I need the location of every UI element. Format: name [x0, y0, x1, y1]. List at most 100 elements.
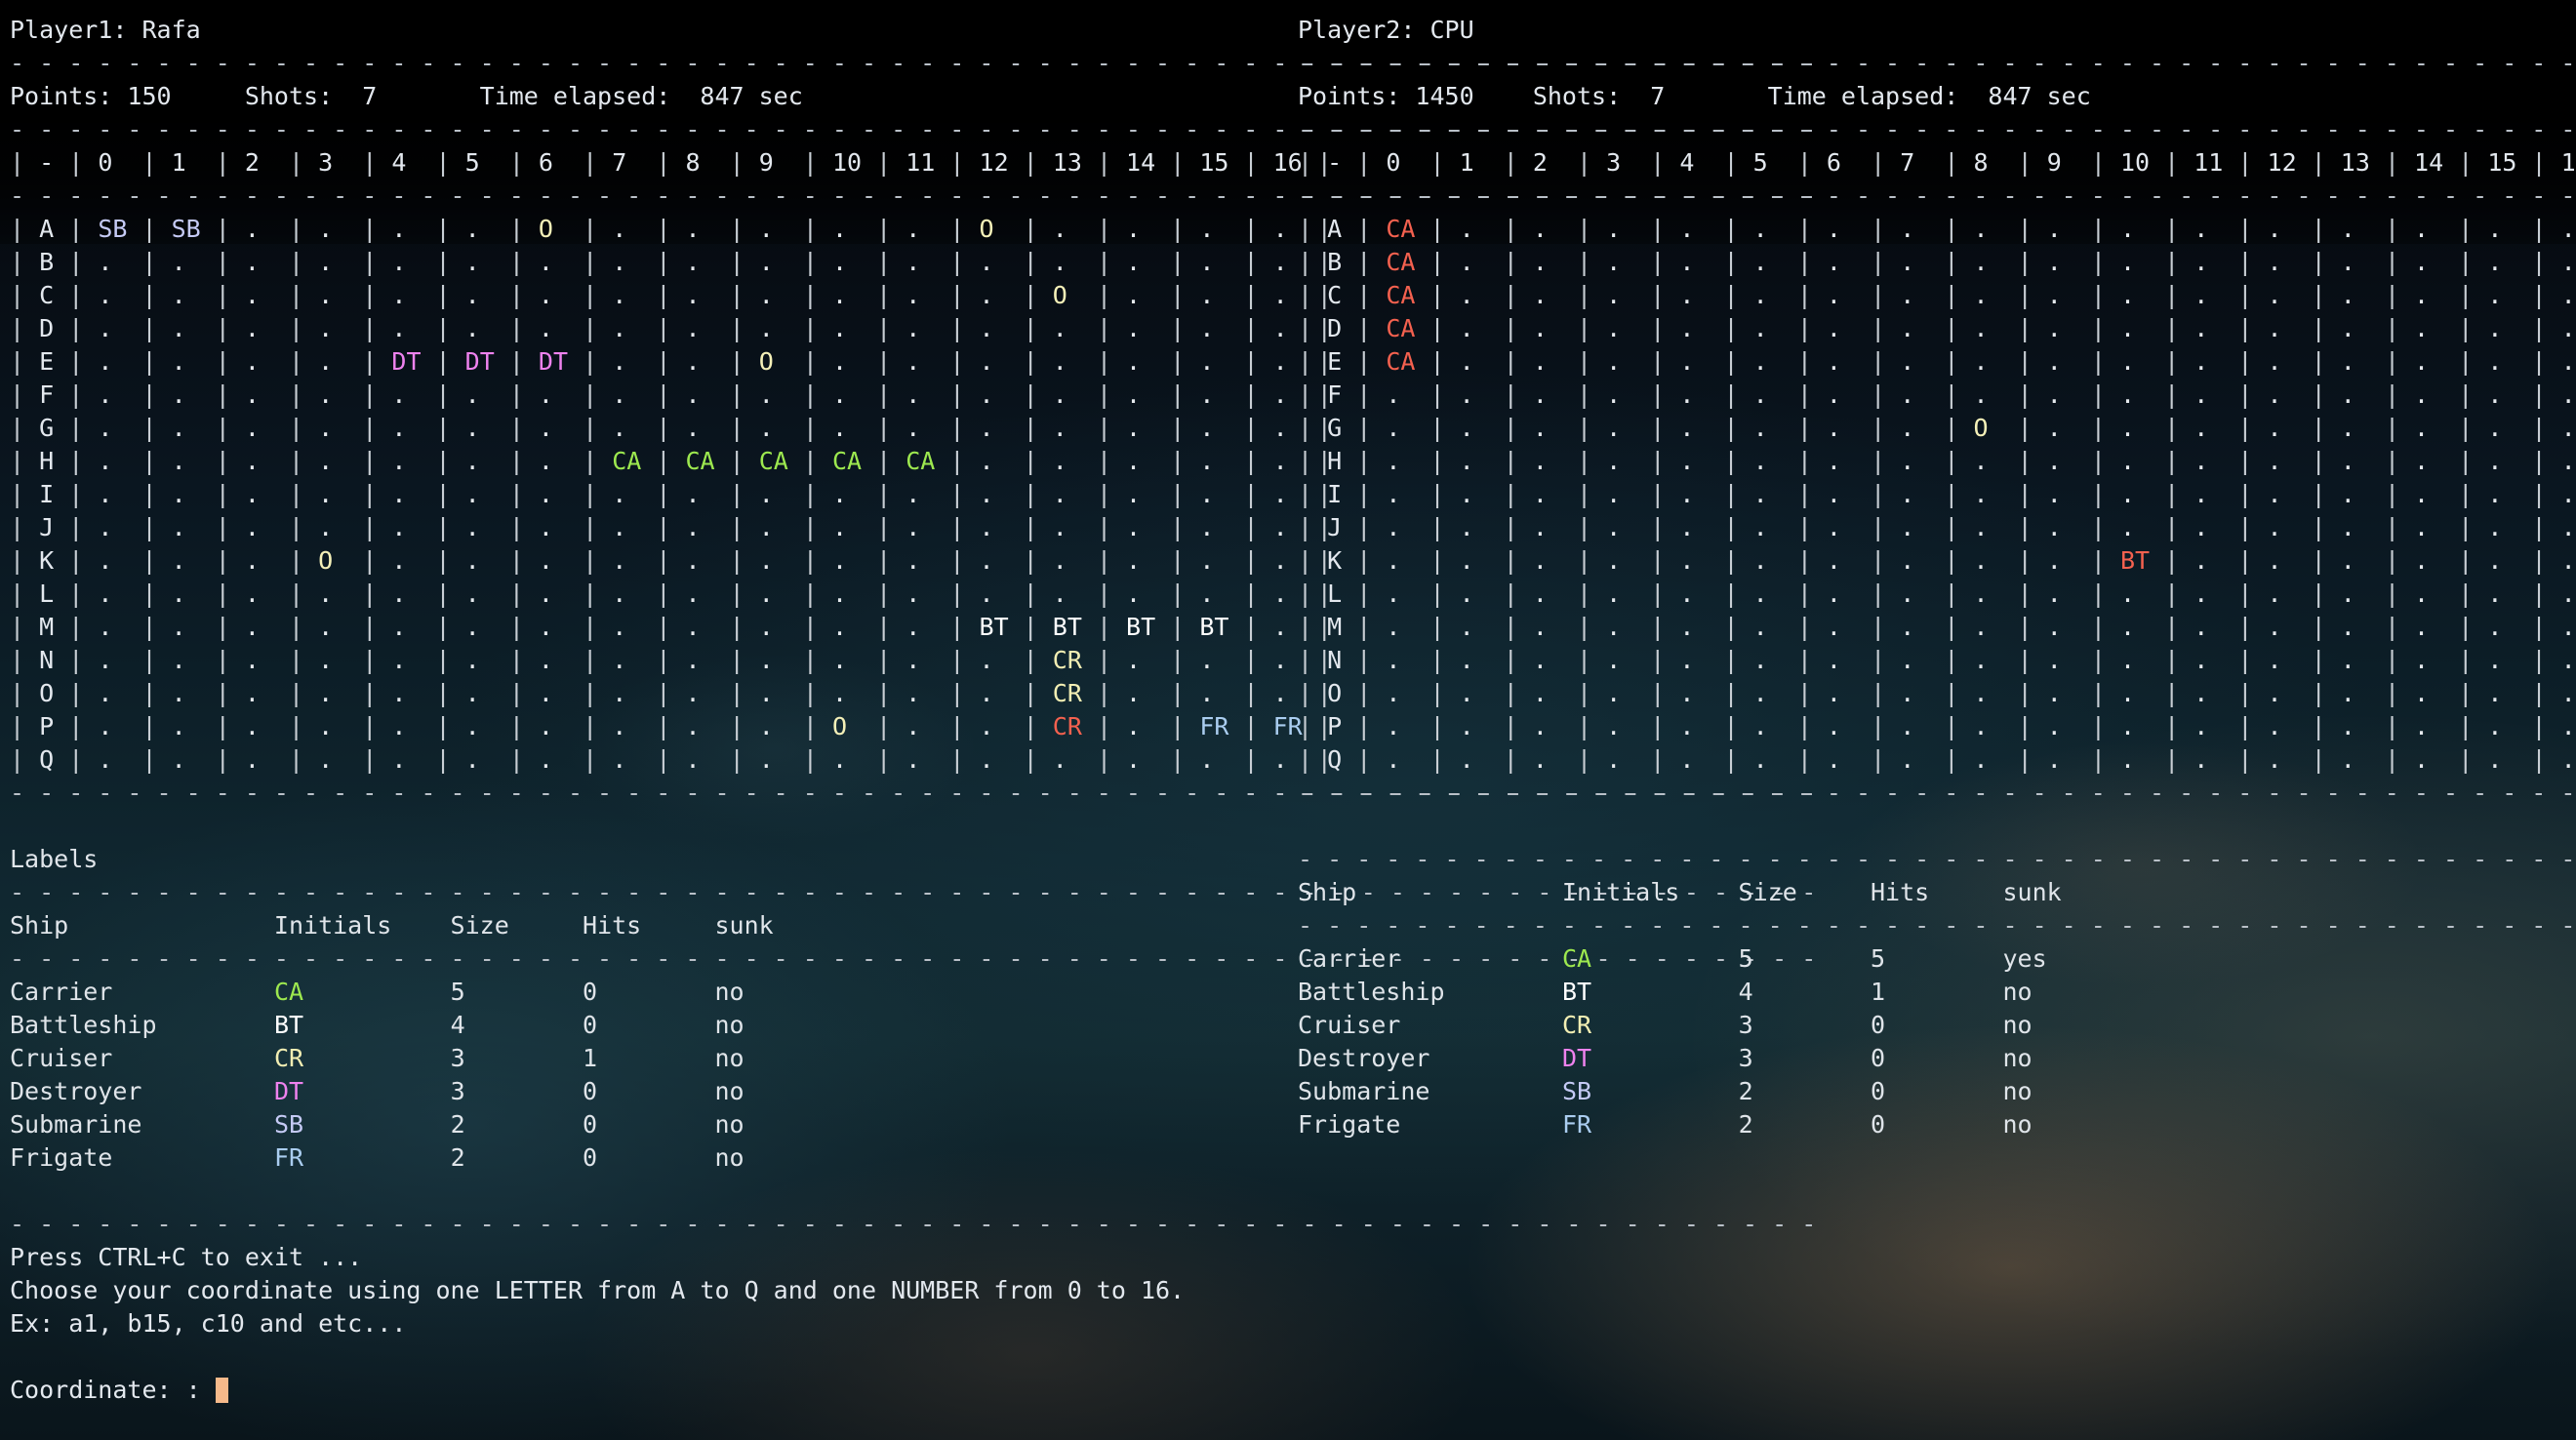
board-row-B[interactable]: | B | . | . | . | . | . | . | . | . | . …	[10, 246, 1288, 279]
board-cell-O: O	[759, 347, 788, 376]
footer-example: Ex: a1, b15, c10 and etc...	[10, 1307, 1288, 1340]
divider-table-head: - - - - - - - - - - - - - - - - - - - - …	[10, 942, 1288, 976]
board-row-K[interactable]: | K | . | . | . | O | . | . | . | . | . …	[10, 544, 1288, 578]
labels-section-title: Labels	[10, 843, 1288, 876]
ship-initials: BT	[274, 1011, 451, 1039]
board-cell-CA: CA	[1386, 215, 1415, 243]
board-cell-FR: FR	[1199, 712, 1228, 740]
board-row-Q[interactable]: | Q | . | . | . | . | . | . | . | . | . …	[1298, 743, 2576, 777]
ship-table-row: Cruiser CR 3 0 no	[1298, 1009, 2576, 1042]
board-cell-O: O	[980, 215, 1009, 243]
board-row-F[interactable]: | F | . | . | . | . | . | . | . | . | . …	[10, 379, 1288, 412]
divider-table-head: - - - - - - - - - - - - - - - - - - - - …	[1298, 909, 2576, 942]
board-row-O[interactable]: | O | . | . | . | . | . | . | . | . | . …	[10, 677, 1288, 710]
board-row-I[interactable]: | I | . | . | . | . | . | . | . | . | . …	[10, 478, 1288, 511]
board-row-M[interactable]: | M | . | . | . | . | . | . | . | . | . …	[1298, 611, 2576, 644]
divider-footer: - - - - - - - - - - - - - - - - - - - - …	[10, 1208, 1288, 1241]
spacer	[1298, 810, 2576, 843]
ship-initials: SB	[1562, 1077, 1739, 1105]
board-cell-SB: SB	[98, 215, 127, 243]
board-row-A[interactable]: | A | CA | . | . | . | . | . | . | . | .…	[1298, 213, 2576, 246]
board-row-B[interactable]: | B | CA | . | . | . | . | . | . | . | .…	[1298, 246, 2576, 279]
divider-labels: - - - - - - - - - - - - - - - - - - - - …	[10, 876, 1288, 909]
board-cell-CR: CR	[1053, 646, 1082, 674]
divider-stats: - - - - - - - - - - - - - - - - - - - - …	[10, 113, 1288, 146]
board-row-A[interactable]: | A | SB | SB | . | . | . | . | O | . | …	[10, 213, 1288, 246]
divider-labels: - - - - - - - - - - - - - - - - - - - - …	[1298, 843, 2576, 876]
ship-initials: DT	[1562, 1044, 1739, 1072]
player2-panel: Player2: CPU - - - - - - - - - - - - - - …	[1288, 14, 2576, 1175]
ship-table-header: Ship Initials Size Hits sunk	[1298, 876, 2576, 909]
board-cell-CA: CA	[1386, 314, 1415, 342]
player-stats: Points: 1450 Shots: 7 Time elapsed: 847 …	[1298, 80, 2576, 113]
coordinate-input[interactable]	[201, 1376, 216, 1404]
board-row-J[interactable]: | J | . | . | . | . | . | . | . | . | . …	[1298, 511, 2576, 544]
player-name-label: Player2: CPU	[1298, 16, 1474, 44]
coordinate-prompt-line[interactable]: Coordinate: :	[10, 1374, 1288, 1407]
ship-table-row: Cruiser CR 3 1 no	[10, 1042, 1288, 1075]
board-cell-DT: DT	[391, 347, 421, 376]
board-cell-DT: DT	[539, 347, 568, 376]
board-row-E[interactable]: | E | CA | . | . | . | . | . | . | . | .…	[1298, 345, 2576, 379]
ship-initials: FR	[1562, 1110, 1739, 1139]
footer-exit-hint: Press CTRL+C to exit ...	[10, 1241, 1288, 1274]
board-column-header: | - | 0 | 1 | 2 | 3 | 4 | 5 | 6 | 7 | 8 …	[1298, 146, 2576, 180]
board-row-G[interactable]: | G | . | . | . | . | . | . | . | . | O …	[1298, 412, 2576, 445]
boards-row: Player1: Rafa - - - - - - - - - - - - - -…	[0, 14, 2576, 1175]
ship-initials: FR	[274, 1143, 451, 1172]
board-cell-BT: BT	[1053, 613, 1082, 641]
board-row-Q[interactable]: | Q | . | . | . | . | . | . | . | . | . …	[10, 743, 1288, 777]
ship-table-row: Submarine SB 2 0 no	[1298, 1075, 2576, 1108]
board-cell-CA: CA	[832, 447, 862, 475]
player-name-label: Player1: Rafa	[10, 16, 201, 44]
spacer	[10, 810, 1288, 843]
labels-title: Labels	[10, 845, 98, 873]
board-row-K[interactable]: | K | . | . | . | . | . | . | . | . | . …	[1298, 544, 2576, 578]
board-cell-CA: CA	[1386, 347, 1415, 376]
player-stats: Points: 150 Shots: 7 Time elapsed: 847 s…	[10, 80, 1288, 113]
divider-top: - - - - - - - - - - - - - - - - - - - - …	[10, 47, 1288, 80]
board-cell-CA: CA	[906, 447, 935, 475]
board-row-P[interactable]: | P | . | . | . | . | . | . | . | . | . …	[1298, 710, 2576, 743]
board-row-O[interactable]: | O | . | . | . | . | . | . | . | . | . …	[1298, 677, 2576, 710]
board-cell-CA: CA	[1386, 281, 1415, 309]
text-cursor[interactable]	[216, 1378, 228, 1403]
board-row-J[interactable]: | J | . | . | . | . | . | . | . | . | . …	[10, 511, 1288, 544]
board-row-E[interactable]: | E | . | . | . | . | DT | DT | DT | . |…	[10, 345, 1288, 379]
board-row-C[interactable]: | C | CA | . | . | . | . | . | . | . | .…	[1298, 279, 2576, 312]
board-row-P[interactable]: | P | . | . | . | . | . | . | . | . | . …	[10, 710, 1288, 743]
ship-table-row: Frigate FR 2 0 no	[1298, 1108, 2576, 1141]
board-cell-CA: CA	[685, 447, 714, 475]
ship-initials: CR	[274, 1044, 451, 1072]
board-row-F[interactable]: | F | . | . | . | . | . | . | . | . | . …	[1298, 379, 2576, 412]
divider-board-top: - - - - - - - - - - - - - - - - - - - - …	[10, 180, 1288, 213]
ship-initials: SB	[274, 1110, 451, 1139]
board-cell-O: O	[318, 546, 347, 575]
ship-table-row: Submarine SB 2 0 no	[10, 1108, 1288, 1141]
ship-table-header: Ship Initials Size Hits sunk	[10, 909, 1288, 942]
board-cell-BT: BT	[2120, 546, 2150, 575]
board-row-I[interactable]: | I | . | . | . | . | . | . | . | . | . …	[1298, 478, 2576, 511]
board-row-D[interactable]: | D | CA | . | . | . | . | . | . | . | .…	[1298, 312, 2576, 345]
divider-board-top: - - - - - - - - - - - - - - - - - - - - …	[1298, 180, 2576, 213]
footer-area: - - - - - - - - - - - - - - - - - - - - …	[0, 1175, 2576, 1407]
board-row-G[interactable]: | G | . | . | . | . | . | . | . | . | . …	[10, 412, 1288, 445]
board-row-L[interactable]: | L | . | . | . | . | . | . | . | . | . …	[10, 578, 1288, 611]
board-row-N[interactable]: | N | . | . | . | . | . | . | . | . | . …	[10, 644, 1288, 677]
ship-table-row: Frigate FR 2 0 no	[10, 1141, 1288, 1175]
board-cell-CA: CA	[1386, 248, 1415, 276]
board-row-M[interactable]: | M | . | . | . | . | . | . | . | . | . …	[10, 611, 1288, 644]
board-cell-O: O	[1053, 281, 1082, 309]
coordinate-instruction: Choose your coordinate using one LETTER …	[10, 1276, 1185, 1304]
board-row-C[interactable]: | C | . | . | . | . | . | . | . | . | . …	[10, 279, 1288, 312]
terminal-screen: Player1: Rafa - - - - - - - - - - - - - -…	[0, 0, 2576, 1440]
divider-board-bottom: - - - - - - - - - - - - - - - - - - - - …	[1298, 777, 2576, 810]
ship-table-row: Destroyer DT 3 0 no	[1298, 1042, 2576, 1075]
board-cell-DT: DT	[465, 347, 495, 376]
board-row-H[interactable]: | H | . | . | . | . | . | . | . | CA | C…	[10, 445, 1288, 478]
board-row-D[interactable]: | D | . | . | . | . | . | . | . | . | . …	[10, 312, 1288, 345]
ship-table-row: Destroyer DT 3 0 no	[10, 1075, 1288, 1108]
board-row-N[interactable]: | N | . | . | . | . | . | . | . | . | . …	[1298, 644, 2576, 677]
board-row-H[interactable]: | H | . | . | . | . | . | . | . | . | . …	[1298, 445, 2576, 478]
board-row-L[interactable]: | L | . | . | . | . | . | . | . | . | . …	[1298, 578, 2576, 611]
